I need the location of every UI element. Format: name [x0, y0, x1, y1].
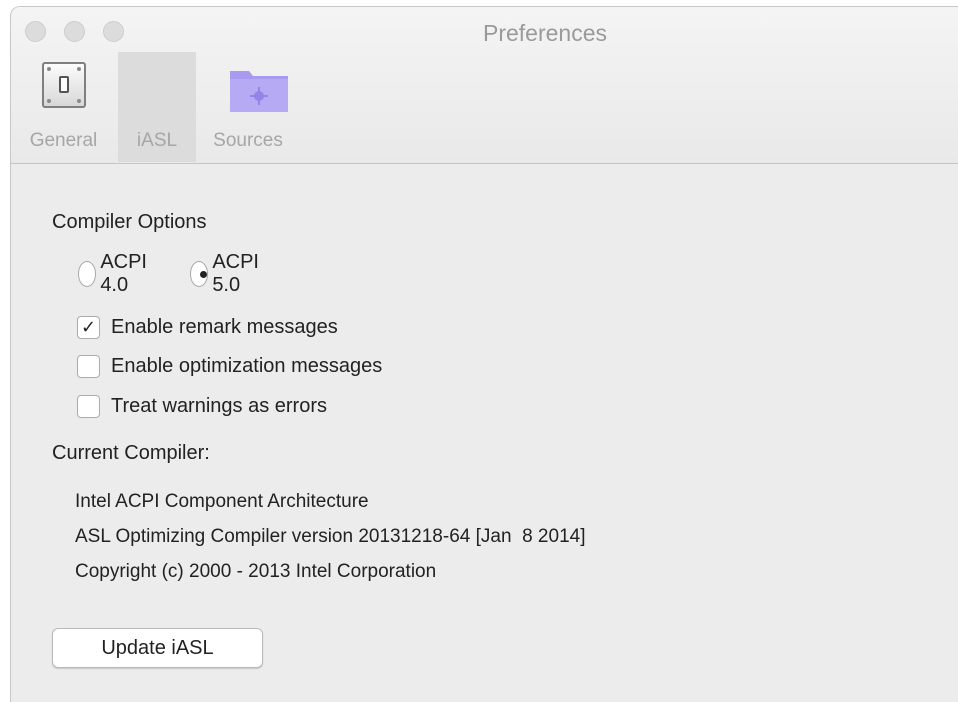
- tab-sources[interactable]: Sources: [202, 52, 294, 162]
- acpi-4-radio[interactable]: [78, 261, 97, 287]
- window-title: Preferences: [482, 20, 607, 46]
- compiler-info-line: ASL Optimizing Compiler version 20131218…: [75, 526, 586, 547]
- warnings-as-errors-checkbox[interactable]: [77, 394, 100, 418]
- tab-sources-label: Sources: [213, 130, 283, 151]
- warnings-as-errors-option[interactable]: Treat warnings as errors: [77, 393, 327, 419]
- compiler-info-line: Intel ACPI Component Architecture: [75, 491, 369, 512]
- optimization-messages-checkbox[interactable]: [77, 354, 100, 378]
- tab-general-label: General: [29, 130, 98, 151]
- current-compiler-title: Current Compiler:: [52, 442, 210, 464]
- acpi-4-label: ACPI 4.0: [100, 251, 147, 296]
- acpi-5-radio[interactable]: [190, 261, 209, 287]
- tab-general[interactable]: General: [17, 52, 110, 162]
- remark-messages-label: Enable remark messages: [111, 315, 338, 338]
- acpi-5-label: ACPI 5.0: [212, 251, 259, 296]
- compiler-options-title: Compiler Options: [52, 211, 207, 233]
- tab-iasl[interactable]: iASL: [118, 52, 196, 162]
- toolbar: Preferences General iASL Sources: [11, 7, 958, 164]
- acpi-5-radio-option[interactable]: ACPI 5.0: [190, 251, 267, 296]
- optimization-messages-option[interactable]: Enable optimization messages: [77, 353, 382, 379]
- optimization-messages-label: Enable optimization messages: [111, 354, 383, 377]
- acpi-4-radio-option[interactable]: ACPI 4.0: [78, 251, 155, 296]
- remark-messages-checkbox[interactable]: ✓: [77, 315, 100, 339]
- update-iasl-button[interactable]: Update iASL: [52, 628, 263, 668]
- warnings-as-errors-label: Treat warnings as errors: [111, 394, 327, 417]
- compiler-info-line: Copyright (c) 2000 - 2013 Intel Corporat…: [75, 561, 437, 582]
- preferences-window: Preferences General iASL Sources Compile…: [10, 6, 958, 702]
- toggle-switch-icon: [42, 62, 86, 108]
- folder-icon: [230, 71, 288, 112]
- tab-iasl-label: iASL: [136, 130, 178, 151]
- iasl-panel: Compiler Options ACPI 4.0 ACPI 5.0 ✓ Ena…: [11, 164, 958, 702]
- remark-messages-option[interactable]: ✓ Enable remark messages: [77, 314, 338, 340]
